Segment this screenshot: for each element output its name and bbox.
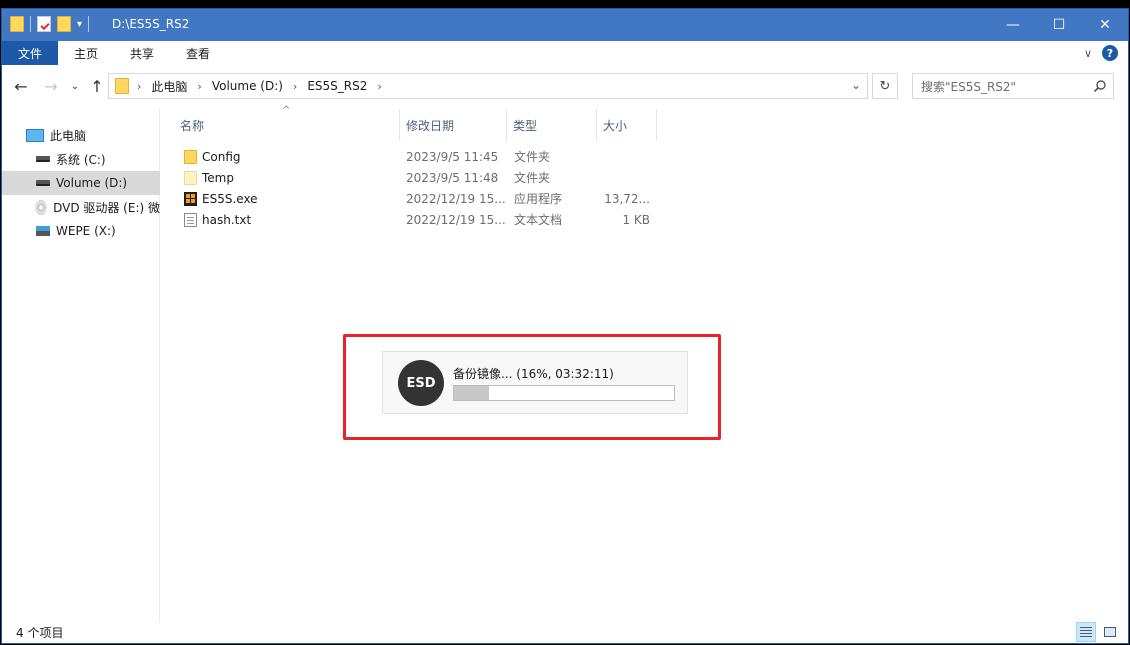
separator: [88, 16, 90, 32]
details-view-button[interactable]: [1076, 622, 1096, 642]
column-header-name[interactable]: 名称 ^: [164, 105, 400, 141]
text-file-icon: [184, 212, 197, 227]
file-modified: 2022/12/19 15...: [406, 212, 506, 227]
refresh-icon[interactable]: ↻: [872, 73, 898, 99]
column-header-label: 大小: [603, 118, 628, 133]
breadcrumb-volume-d[interactable]: Volume (D:): [212, 79, 283, 93]
file-row[interactable]: Temp 2023/9/5 11:48 文件夹: [164, 167, 664, 188]
chevron-right-icon[interactable]: ›: [197, 80, 201, 93]
breadcrumb-this-pc[interactable]: 此电脑: [151, 78, 187, 95]
details-view-icon: [1080, 627, 1092, 637]
properties-icon[interactable]: [37, 16, 51, 32]
usb-drive-icon: [36, 226, 50, 236]
computer-icon: [26, 128, 44, 142]
file-name: Temp: [202, 170, 234, 185]
tab-file[interactable]: 文件: [2, 41, 58, 65]
sidebar-item-wepe-x[interactable]: WEPE (X:): [2, 219, 160, 243]
back-arrow-icon[interactable]: ←: [10, 76, 32, 96]
folder-icon: [184, 170, 197, 185]
file-size: [604, 167, 650, 188]
progress-bar: [453, 385, 675, 401]
file-type: 应用程序: [514, 192, 563, 206]
progress-bar-fill: [454, 386, 490, 400]
file-modified: 2023/9/5 11:48: [406, 170, 499, 185]
file-type: 文件夹: [514, 171, 551, 185]
progress-status-text: 备份镜像... (16%, 03:32:11): [453, 367, 614, 381]
forward-arrow-icon[interactable]: →: [40, 76, 62, 96]
file-type: 文件夹: [514, 150, 551, 164]
minimize-button[interactable]: —: [990, 9, 1036, 41]
drive-icon: [36, 180, 50, 186]
sidebar-item-dvd-e[interactable]: DVD 驱动器 (E:) 微: [2, 195, 160, 219]
sidebar-item-this-pc[interactable]: 此电脑: [2, 123, 160, 147]
breadcrumb-current-folder[interactable]: ES5S_RS2: [307, 79, 367, 93]
column-header-type[interactable]: 类型: [507, 109, 597, 141]
drive-icon: [36, 156, 50, 162]
address-bar[interactable]: › 此电脑 › Volume (D:) › ES5S_RS2 › ⌄: [108, 73, 868, 99]
folder-icon: [184, 149, 197, 164]
sidebar-item-volume-d[interactable]: Volume (D:): [2, 171, 160, 195]
exe-icon: [184, 191, 197, 206]
file-name: Config: [202, 149, 241, 164]
file-size: 1 KB: [622, 212, 650, 227]
column-header-label: 类型: [513, 118, 538, 133]
column-header-label: 修改日期: [406, 118, 455, 133]
tab-view[interactable]: 查看: [170, 41, 227, 65]
esd-logo: ESD: [398, 360, 444, 406]
expand-ribbon-chevron-icon[interactable]: ∨: [1084, 47, 1092, 60]
search-input[interactable]: 搜索"ES5S_RS2": [912, 73, 1114, 99]
title-bar: ▾ D:\ES5S_RS2 — ☐ ✕: [2, 9, 1128, 41]
address-history-chevron-icon[interactable]: ⌄: [851, 78, 861, 92]
file-row[interactable]: hash.txt 2022/12/19 15... 文本文档 1 KB: [164, 209, 664, 230]
navigation-bar: ← → ⌄ ↑ › 此电脑 › Volume (D:) › ES5S_RS2 ›…: [2, 67, 1128, 105]
sidebar-item-label: WEPE (X:): [56, 224, 116, 238]
maximize-button[interactable]: ☐: [1036, 9, 1082, 41]
status-bar: 4 个项目: [2, 621, 1128, 643]
folder-icon: [10, 16, 24, 32]
sidebar-item-system-c[interactable]: 系统 (C:): [2, 147, 160, 171]
quick-access-toolbar: ▾: [10, 16, 90, 32]
ribbon: 文件 主页 共享 查看 ∨ ?: [2, 41, 1128, 65]
navigation-pane: 此电脑 系统 (C:) Volume (D:) DVD 驱动器 (E:) 微 W…: [2, 109, 160, 622]
help-icon[interactable]: ?: [1102, 45, 1118, 61]
chevron-right-icon[interactable]: ›: [137, 80, 141, 93]
chevron-right-icon[interactable]: ›: [293, 80, 297, 93]
sidebar-item-label: 此电脑: [50, 128, 87, 143]
file-size: [604, 146, 650, 167]
backup-progress-panel: ESD 备份镜像... (16%, 03:32:11): [382, 351, 688, 414]
column-header-modified[interactable]: 修改日期: [400, 109, 507, 141]
tab-share[interactable]: 共享: [114, 41, 171, 65]
separator: [30, 16, 31, 32]
tab-home[interactable]: 主页: [58, 41, 115, 65]
search-icon[interactable]: [1093, 79, 1107, 93]
column-header-size[interactable]: 大小: [597, 109, 657, 141]
large-icons-view-icon: [1104, 627, 1116, 637]
up-arrow-icon[interactable]: ↑: [86, 76, 108, 96]
new-folder-icon[interactable]: [57, 16, 71, 32]
file-name: hash.txt: [202, 212, 252, 227]
window-title: D:\ES5S_RS2: [112, 17, 190, 31]
sidebar-item-label: 系统 (C:): [56, 152, 106, 167]
chevron-right-icon[interactable]: ›: [377, 80, 381, 93]
close-button[interactable]: ✕: [1082, 9, 1128, 41]
sidebar-item-label: DVD 驱动器 (E:) 微: [53, 200, 160, 215]
large-icons-view-button[interactable]: [1100, 622, 1120, 642]
file-row[interactable]: ES5S.exe 2022/12/19 15... 应用程序 13,72...: [164, 188, 664, 209]
column-header-label: 名称: [180, 118, 205, 133]
dvd-icon: [35, 199, 48, 215]
file-row[interactable]: Config 2023/9/5 11:45 文件夹: [164, 146, 664, 167]
explorer-window: ▾ D:\ES5S_RS2 — ☐ ✕ 文件 主页 共享 查看 ∨ ? ← → …: [1, 8, 1129, 644]
item-count: 4 个项目: [16, 625, 64, 640]
customize-toolbar-chevron-icon[interactable]: ▾: [77, 19, 82, 30]
folder-icon: [115, 78, 129, 94]
sort-ascending-icon: ^: [282, 105, 291, 116]
sidebar-item-label: Volume (D:): [56, 176, 128, 190]
file-size: 13,72...: [604, 191, 650, 206]
file-modified: 2023/9/5 11:45: [406, 149, 499, 164]
file-name: ES5S.exe: [202, 191, 258, 206]
search-placeholder: 搜索"ES5S_RS2": [921, 79, 1017, 94]
recent-locations-chevron-icon[interactable]: ⌄: [64, 76, 86, 96]
file-modified: 2022/12/19 15...: [406, 191, 506, 206]
file-type: 文本文档: [514, 213, 563, 227]
